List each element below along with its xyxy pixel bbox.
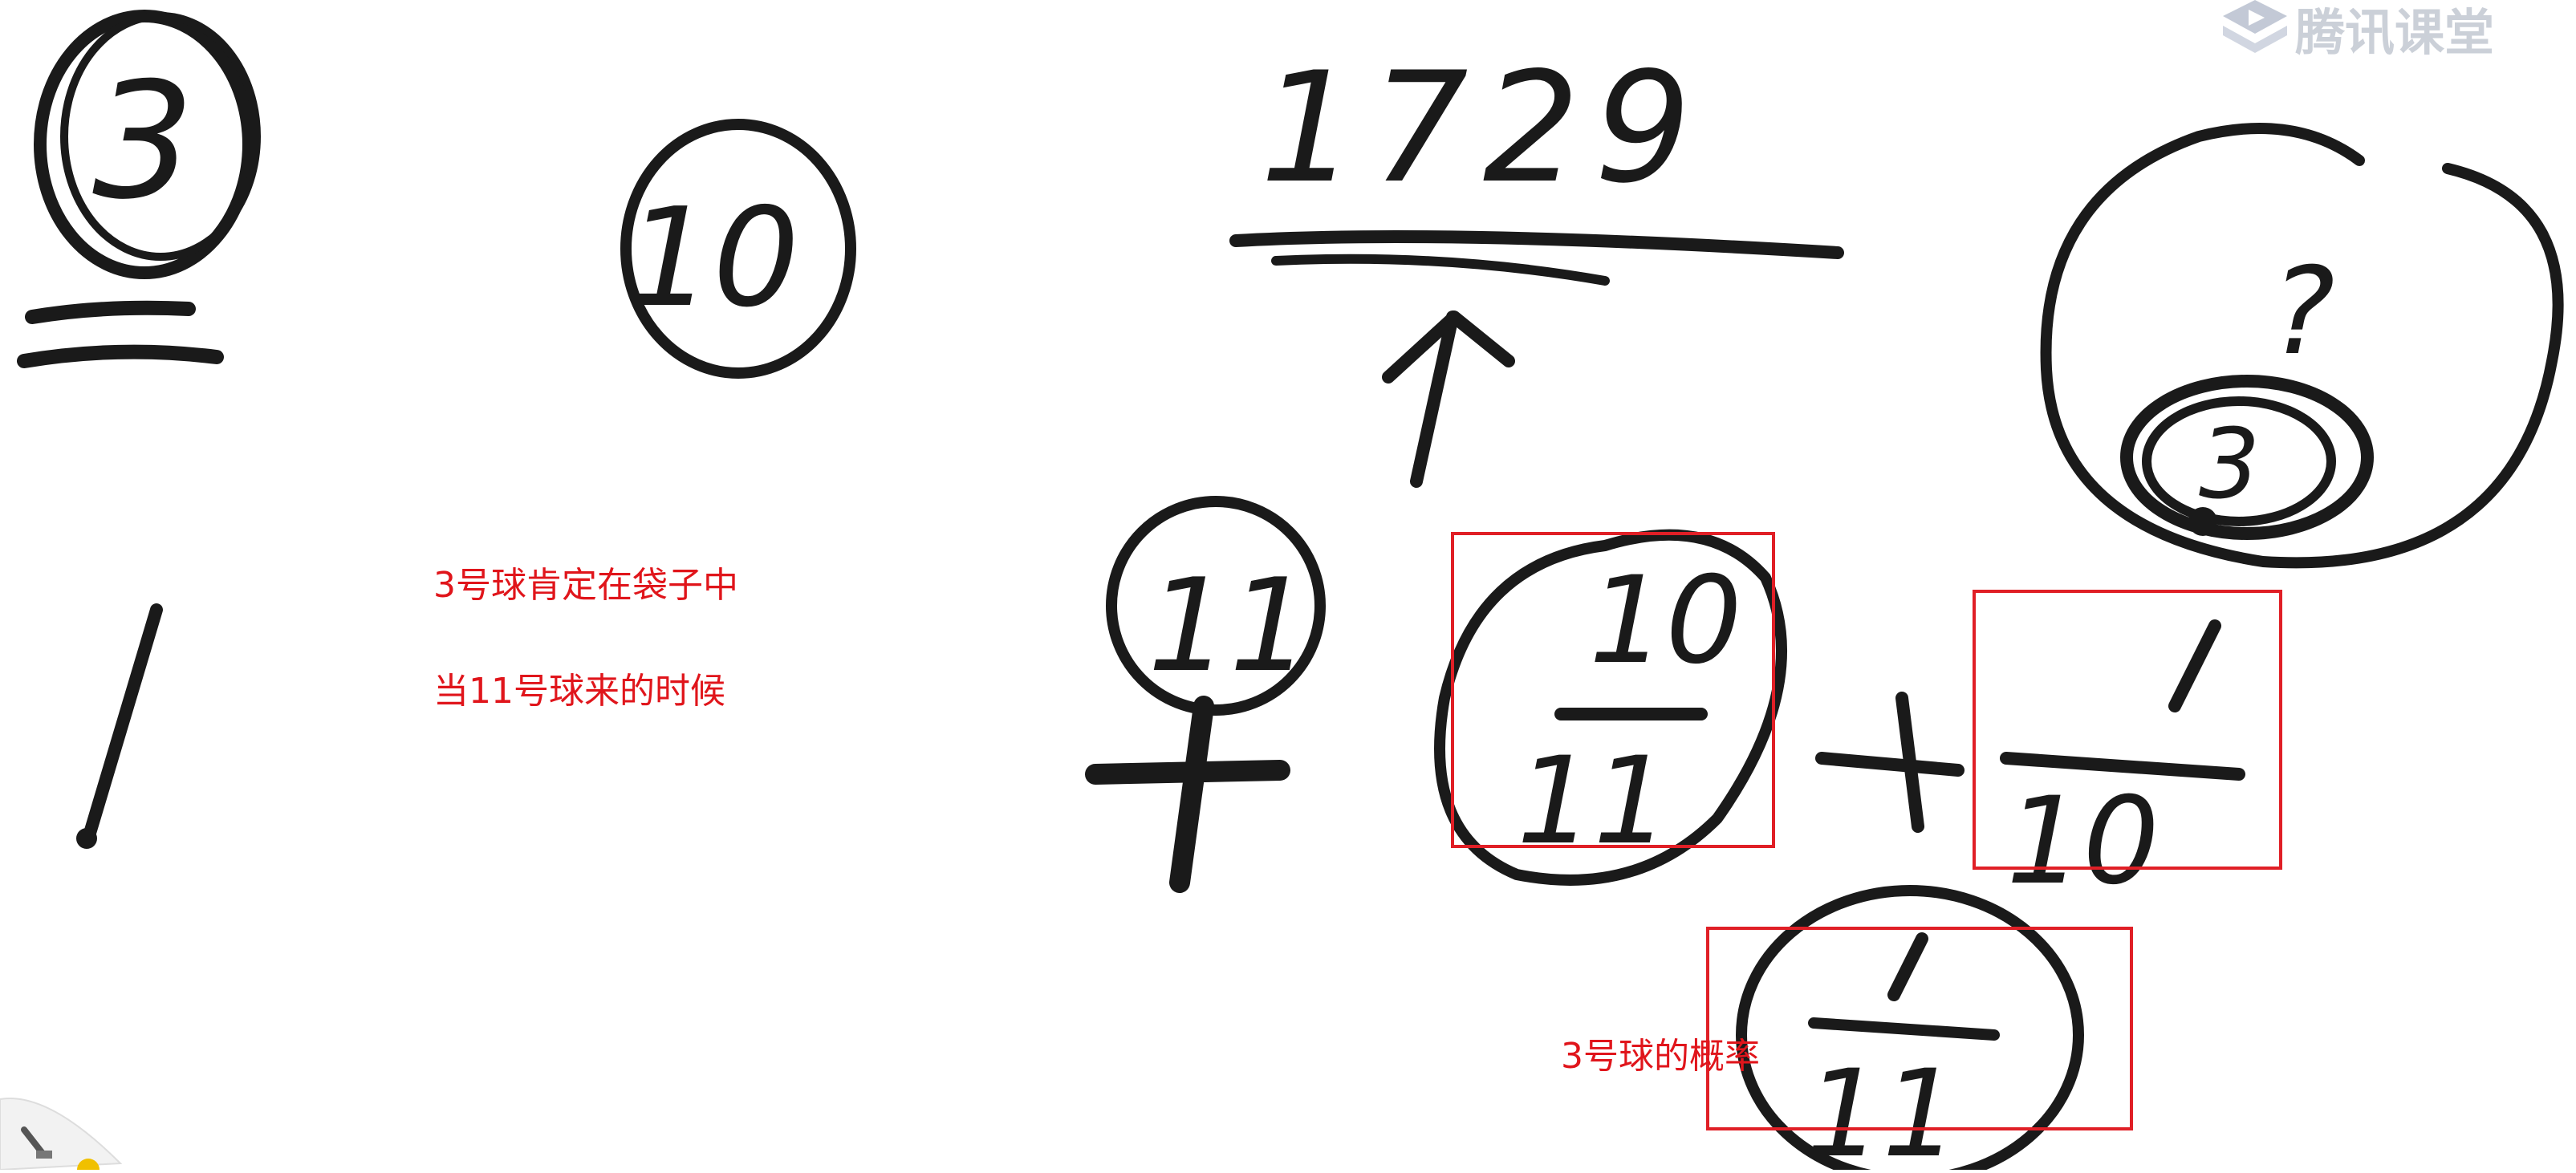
circled-10: 10 — [620, 119, 856, 379]
brush-icon[interactable] — [0, 1067, 128, 1173]
frac-a-denominator: 11 — [1517, 732, 1670, 871]
question-mark: ? — [2271, 242, 2335, 382]
ball-11-label: 11 — [1148, 550, 1311, 700]
left-one — [76, 603, 163, 849]
big-number-label: 1729 — [1260, 39, 1706, 217]
frac-b-denominator: 10 — [2006, 772, 2160, 911]
ball-10-label: 10 — [626, 179, 799, 338]
pen-tool-widget[interactable] — [0, 1067, 128, 1173]
circled-11: 11 — [1085, 496, 1326, 893]
annotation-ball-3-probability: 3号球的概率 — [1561, 1036, 1760, 1077]
frac-c-denominator: 11 — [1806, 1045, 1959, 1170]
whiteboard-canvas[interactable]: 3 10 1729 ? 3 11 10 11 10 11 — [0, 0, 2576, 1170]
frac-a-numerator: 10 — [1589, 551, 1742, 691]
number-1729: 1729 — [1229, 39, 1844, 488]
inner-3-label: 3 — [2199, 409, 2260, 521]
bag-circle: ? 3 — [2040, 123, 2564, 569]
fraction-10-over-11: 10 11 — [1434, 529, 1787, 886]
circled-3: 3 — [17, 10, 261, 368]
annotation-ball-11-arrives: 当11号球来的时候 — [433, 671, 725, 712]
multiply-sign — [1815, 692, 1965, 833]
ball-3-label: 3 — [92, 48, 194, 235]
annotation-ball-3-in-bag: 3号球肯定在袋子中 — [433, 565, 738, 606]
